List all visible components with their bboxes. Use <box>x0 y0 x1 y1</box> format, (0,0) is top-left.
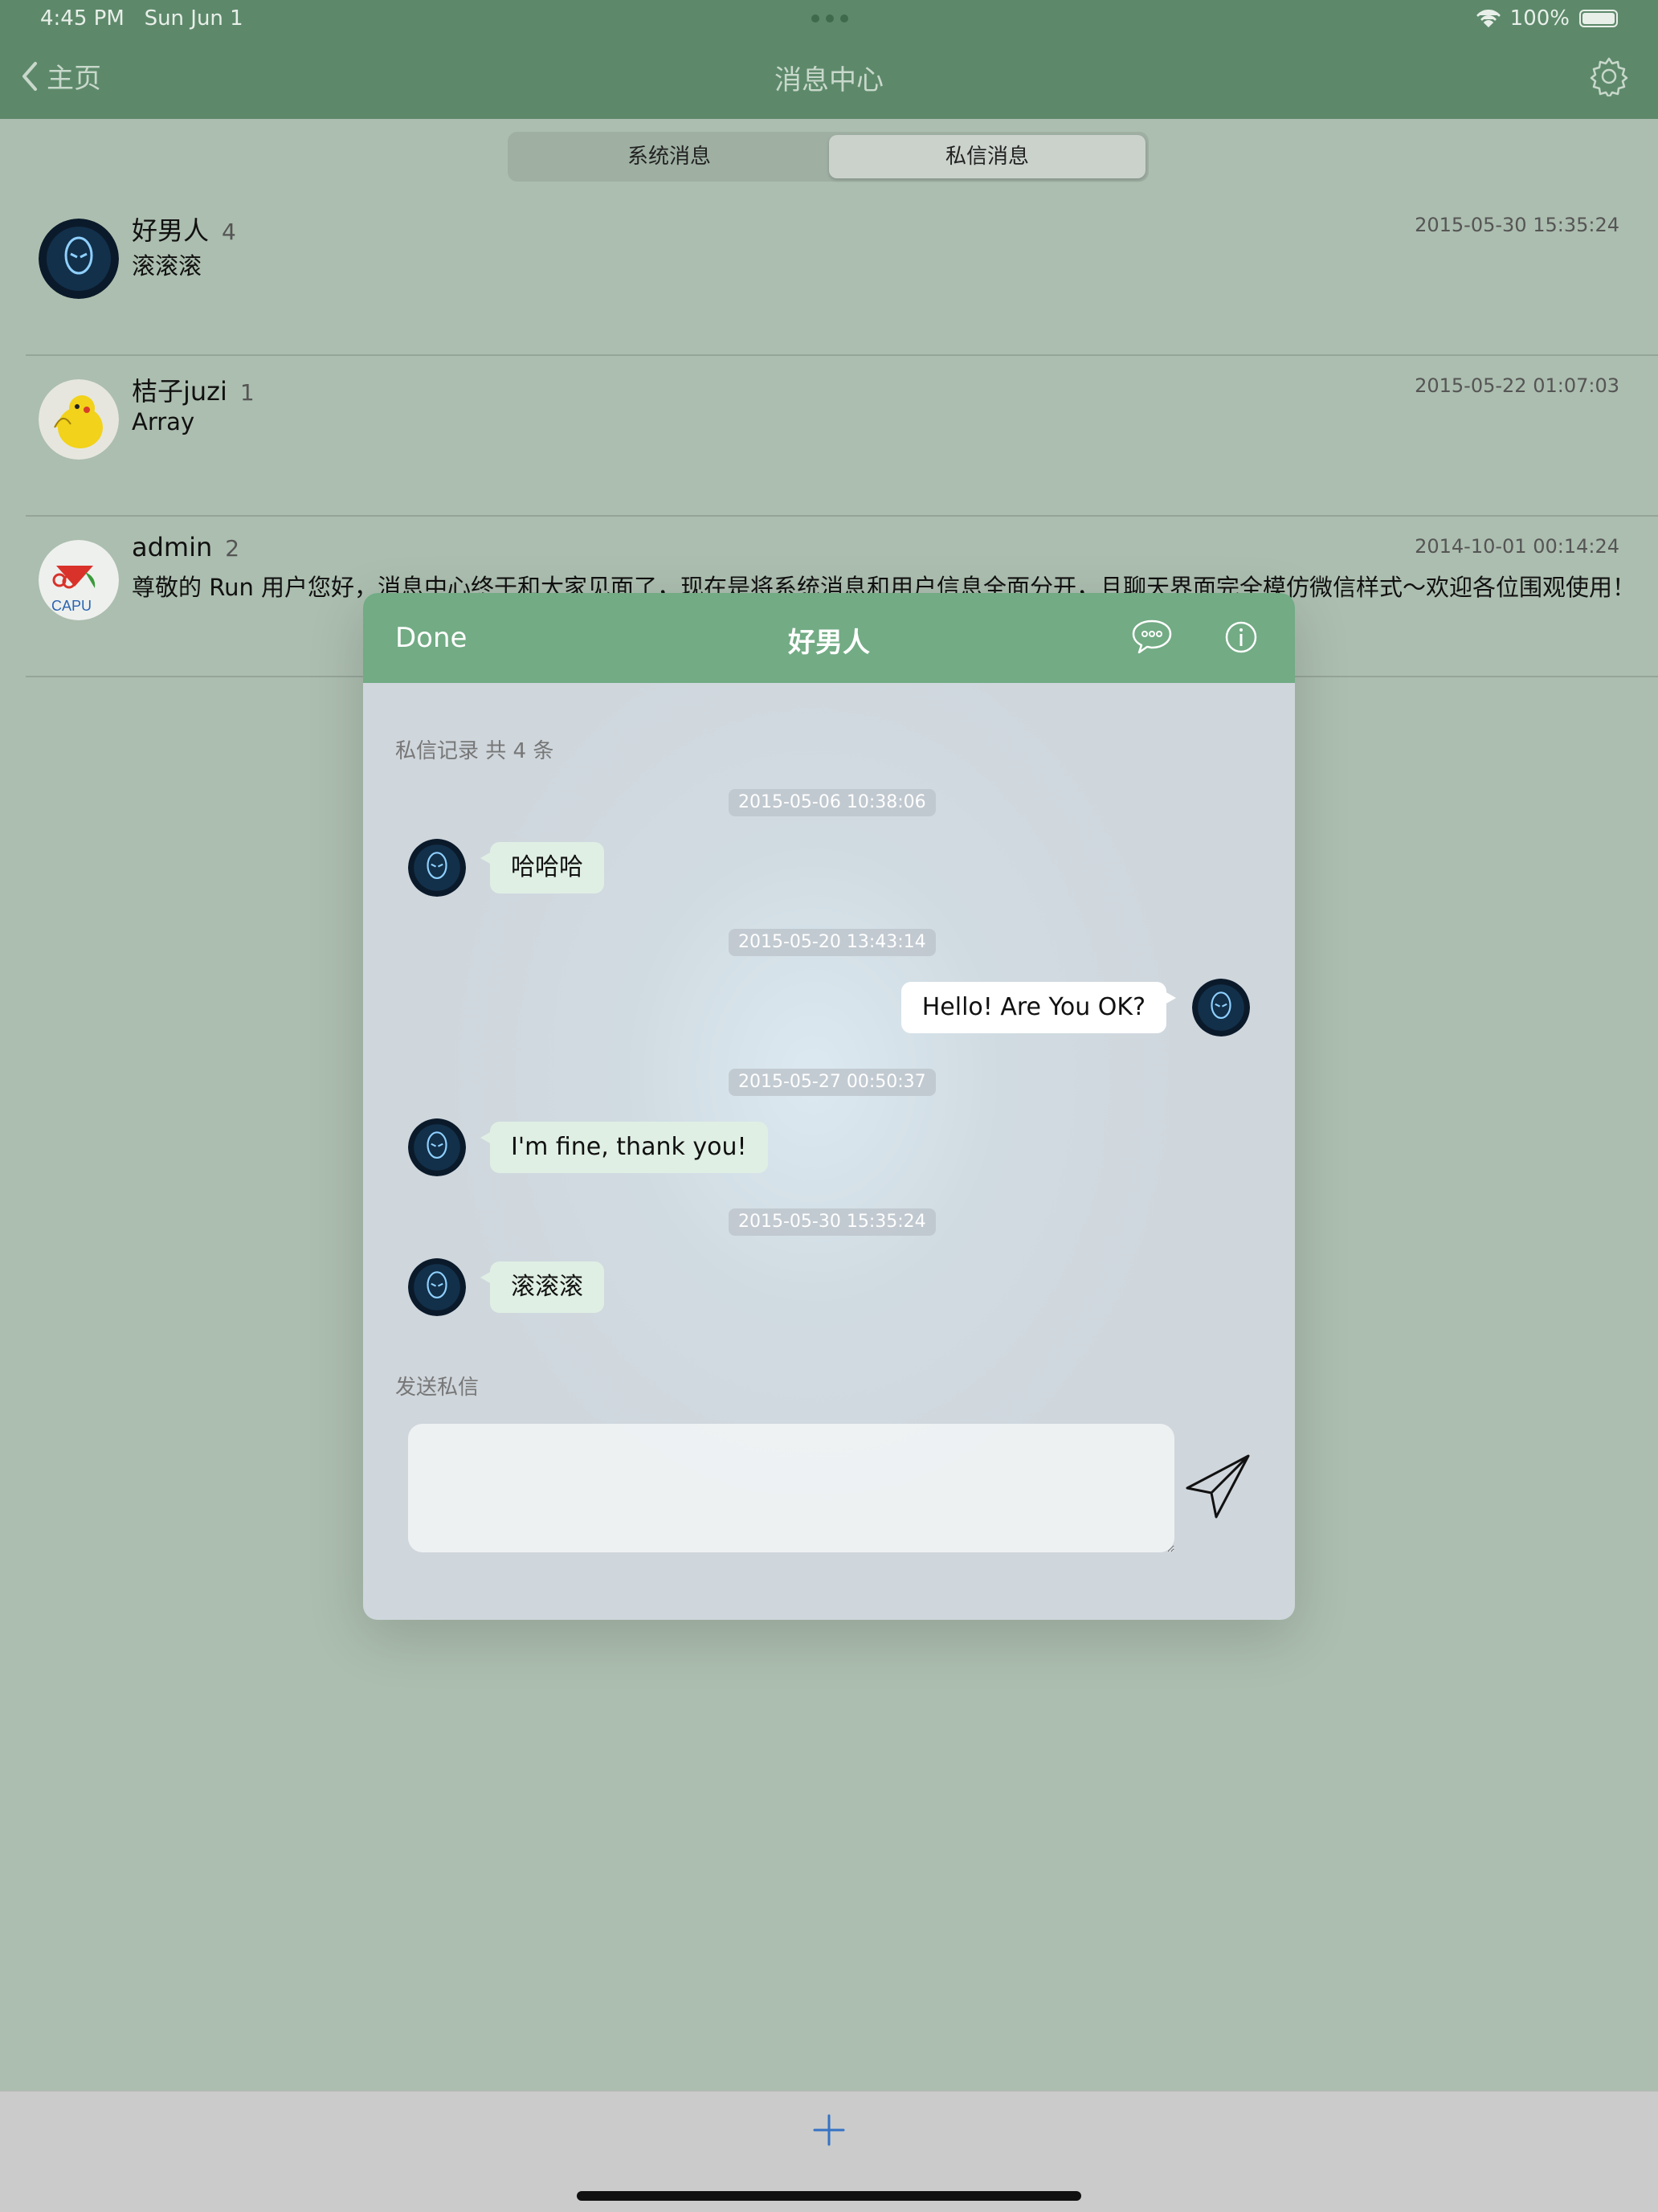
status-right: 100% <box>1476 6 1618 31</box>
message-date: 2015-05-22 01:07:03 <box>1415 374 1619 397</box>
message-count: 4 <box>222 219 236 245</box>
message-preview: 滚滚滚 <box>132 252 202 280</box>
home-indicator[interactable] <box>577 2191 1081 2201</box>
gear-icon[interactable] <box>1589 56 1629 96</box>
time-label: 4:45 PM <box>40 6 125 31</box>
message-bubble-incoming[interactable]: 哈哈哈 <box>480 842 604 893</box>
segment-system-messages[interactable]: 系统消息 <box>511 135 827 178</box>
message-timestamp: 2015-05-30 15:35:24 <box>729 1208 936 1236</box>
avatar <box>408 1258 466 1316</box>
message-input[interactable] <box>408 1424 1174 1552</box>
name-text: 好男人 <box>132 215 210 246</box>
message-count: 2 <box>225 535 240 562</box>
message-date: 2015-05-30 15:35:24 <box>1415 214 1619 236</box>
name-text: 桔子juzi <box>132 376 227 407</box>
message-bubble-outgoing[interactable]: Hello! Are You OK? <box>900 982 1177 1033</box>
info-icon[interactable] <box>1224 620 1258 654</box>
chat-modal-header: Done 好男人 <box>363 593 1295 683</box>
avatar <box>39 379 119 460</box>
avatar <box>1192 979 1250 1036</box>
wifi-icon <box>1476 10 1501 27</box>
avatar: CAPU <box>39 540 119 620</box>
plus-icon[interactable] <box>810 2109 848 2157</box>
contact-name: 好男人 4 <box>132 211 236 247</box>
message-bubble-incoming[interactable]: 滚滚滚 <box>480 1261 604 1313</box>
message-count: 1 <box>239 379 255 406</box>
send-message-label: 发送私信 <box>395 1376 480 1400</box>
battery-label: 100% <box>1509 6 1570 31</box>
message-date: 2014-10-01 00:14:24 <box>1415 535 1619 558</box>
message-timestamp: 2015-05-06 10:38:06 <box>729 789 936 816</box>
avatar <box>408 1118 466 1176</box>
conversation-row[interactable]: 桔子juzi 1 Array 2015-05-22 01:07:03 <box>26 355 1658 517</box>
svg-text:CAPU: CAPU <box>51 598 92 614</box>
multitasking-dots-icon[interactable] <box>811 14 848 22</box>
conversation-row[interactable]: 好男人 4 滚滚滚 2015-05-30 15:35:24 <box>26 194 1658 356</box>
send-icon[interactable] <box>1184 1453 1252 1520</box>
name-text: admin <box>132 532 213 562</box>
date-label: Sun Jun 1 <box>144 6 243 31</box>
message-type-segmented-control: 系统消息 私信消息 <box>508 132 1149 182</box>
navigation-bar: 4:45 PM Sun Jun 1 100% 主页 消息中心 <box>0 0 1658 119</box>
contact-name: admin 2 <box>132 532 239 562</box>
contact-name: 桔子juzi 1 <box>132 371 255 408</box>
bottom-toolbar <box>0 2091 1658 2212</box>
chat-bubble-icon[interactable] <box>1131 619 1173 656</box>
message-records-label: 私信记录 共 4 条 <box>395 739 554 763</box>
message-timestamp: 2015-05-27 00:50:37 <box>729 1069 936 1096</box>
page-title: 消息中心 <box>774 64 884 96</box>
chat-modal: Done 好男人 私信记录 共 4 条 2015-05-06 10:38:06 … <box>363 593 1295 1620</box>
avatar <box>39 219 119 299</box>
avatar <box>408 839 466 897</box>
message-timestamp: 2015-05-20 13:43:14 <box>729 929 936 956</box>
message-preview: Array <box>132 408 195 435</box>
battery-icon <box>1579 10 1618 27</box>
segment-private-messages[interactable]: 私信消息 <box>829 135 1145 178</box>
message-bubble-incoming[interactable]: I'm fine, thank you! <box>480 1122 768 1173</box>
status-time: 4:45 PM Sun Jun 1 <box>40 6 243 31</box>
